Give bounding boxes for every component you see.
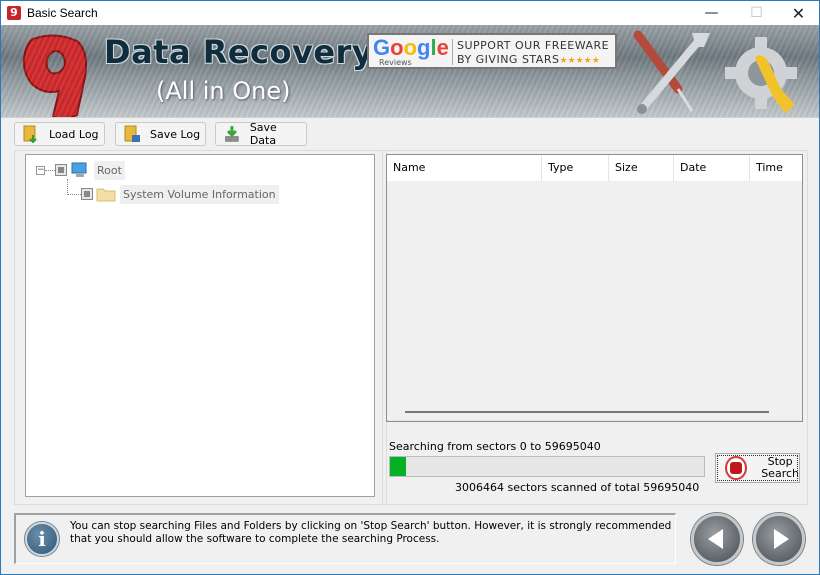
info-icon: i	[25, 522, 59, 556]
gear-wrench-icon	[725, 37, 797, 113]
google-logo-letter: e	[436, 35, 449, 60]
back-button[interactable]	[691, 513, 743, 565]
folder-label[interactable]: System Volume Information	[120, 184, 279, 204]
info-panel: i You can stop searching Files and Folde…	[14, 513, 676, 564]
stars-icon: ★★★★★	[559, 56, 600, 66]
next-button[interactable]	[753, 513, 805, 565]
close-button[interactable]: ✕	[776, 1, 820, 25]
save-log-button[interactable]: Save Log	[115, 122, 206, 146]
title-bar: 9 Basic Search — ☐ ✕	[1, 1, 819, 25]
badge-line-1: SUPPORT OUR FREEWARE	[457, 39, 610, 52]
stop-search-button[interactable]: Stop Search	[715, 453, 800, 483]
sector-range-label: Searching from sectors 0 to 59695040	[389, 440, 601, 453]
horizontal-scrollbar[interactable]	[405, 411, 769, 413]
stop-search-label: Stop Search	[761, 456, 799, 480]
save-log-icon	[124, 125, 140, 142]
minimize-button[interactable]: —	[689, 1, 734, 25]
arrow-left-icon	[708, 529, 723, 549]
sectors-scanned-caption: 3006464 sectors scanned of total 5969504…	[455, 481, 700, 494]
google-logo-letter: o	[390, 35, 404, 60]
stop-icon	[725, 456, 748, 480]
stop-search-label-line2: Search	[761, 467, 799, 480]
google-reviews-badge[interactable]: Google Reviews SUPPORT OUR FREEWARE BY G…	[367, 33, 617, 69]
brand-nine-logo-icon	[22, 34, 87, 117]
badge-line-2-text: BY GIVING STARS	[457, 53, 560, 66]
google-logo-letter: o	[403, 35, 418, 60]
google-reviews-label: Reviews	[379, 58, 412, 67]
scan-progress-bar	[389, 456, 705, 477]
maximize-button[interactable]: ☐	[734, 1, 779, 25]
collapse-toggle[interactable]: −	[36, 165, 45, 175]
column-header-size[interactable]: Size	[609, 155, 674, 181]
folder-tree[interactable]: − Root System Volume Information	[25, 154, 375, 497]
brand-subtitle: (All in One)	[156, 77, 291, 105]
save-data-icon	[224, 126, 239, 142]
root-checkbox[interactable]	[55, 164, 67, 176]
root-label[interactable]: Root	[94, 160, 125, 180]
google-logo-letter: g	[417, 35, 431, 60]
list-bottom-edge	[387, 420, 802, 421]
load-log-icon	[23, 125, 37, 143]
brand-title: Data Recovery	[104, 33, 374, 71]
tree-connector	[67, 193, 81, 195]
load-log-label: Load Log	[49, 127, 99, 141]
badge-line-2: BY GIVING STARS★★★★★	[457, 53, 600, 66]
app-logo-icon: 9	[7, 6, 21, 20]
save-data-button[interactable]: Save Data	[215, 121, 307, 147]
folder-icon	[96, 188, 116, 202]
header-banner: Data Recovery (All in One) Google Review…	[1, 25, 819, 118]
folder-checkbox[interactable]	[81, 188, 93, 200]
scan-progress-fill	[390, 457, 406, 476]
file-list[interactable]: Name Type Size Date Time	[386, 154, 803, 422]
column-header-type[interactable]: Type	[542, 155, 609, 181]
load-log-button[interactable]: Load Log	[14, 122, 105, 146]
save-log-label: Save Log	[150, 127, 201, 141]
app-window: 9 Basic Search — ☐ ✕ Data Recovery (All …	[0, 0, 820, 575]
arrow-right-icon	[773, 529, 789, 549]
tree-node-system-volume-information[interactable]: System Volume Information	[67, 183, 279, 205]
column-header-time[interactable]: Time	[750, 155, 802, 181]
screwdriver-wrench-icon	[633, 30, 710, 114]
save-data-label: Save Data	[249, 121, 277, 147]
file-list-header: Name Type Size Date Time	[387, 155, 802, 181]
column-header-date[interactable]: Date	[674, 155, 750, 181]
google-logo-letter: G	[373, 35, 391, 60]
tree-connector	[45, 169, 55, 171]
tree-node-root[interactable]: − Root	[36, 159, 125, 181]
window-title: Basic Search	[27, 6, 98, 20]
badge-divider	[452, 39, 453, 65]
column-header-name[interactable]: Name	[387, 155, 542, 181]
info-message: You can stop searching Files and Folders…	[70, 520, 672, 545]
computer-icon	[71, 162, 87, 177]
